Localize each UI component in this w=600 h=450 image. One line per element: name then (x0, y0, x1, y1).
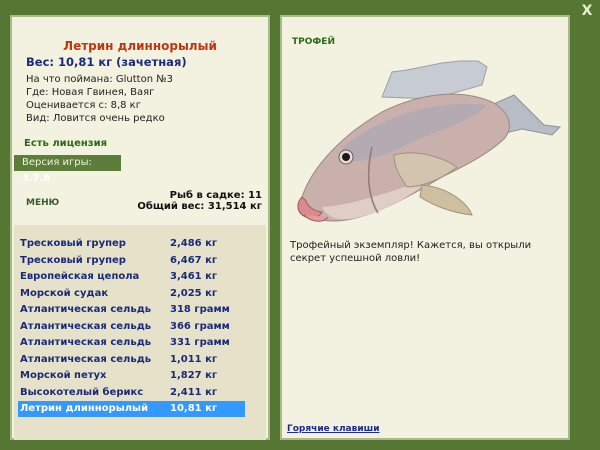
catch-name: Европейская цепола (20, 271, 140, 282)
license-status: Есть лицензия (24, 138, 108, 149)
catch-weight: 331 грамм (170, 337, 230, 348)
catch-weight: 1,827 кг (170, 370, 218, 381)
fish-image (297, 60, 562, 222)
catch-weight: 318 грамм (170, 304, 230, 315)
version-label: Версия игры: (22, 157, 92, 168)
fish-bait: На что поймана: Glutton №3 (26, 74, 174, 85)
catch-row[interactable]: Атлантическая сельдь 331 грамм (18, 335, 245, 351)
catch-row[interactable]: Атлантическая сельдь 366 грамм (18, 319, 245, 335)
catch-name: Атлантическая сельдь (20, 304, 152, 315)
catch-row[interactable]: Морской судак 2,025 кг (18, 286, 245, 302)
total-weight: Общий вес: 31,514 кг (137, 201, 262, 212)
catch-weight: 6,467 кг (170, 254, 218, 266)
fish-info: На что поймана: Glutton №3 Где: Новая Гв… (26, 73, 173, 125)
catch-name: Тресковый групер (20, 254, 126, 266)
catch-weight: 3,461 кг (170, 271, 218, 282)
catch-weight: 2,025 кг (170, 287, 218, 299)
catch-weight: 1,011 кг (170, 353, 218, 365)
catch-row[interactable]: Морской петух 1,827 кг (18, 368, 245, 384)
catch-list: Тресковый групер 2,486 кг Тресковый групе… (14, 225, 266, 440)
catch-row[interactable]: Атлантическая сельдь 318 грамм (18, 302, 245, 318)
trophy-label: ТРОФЕЙ (292, 37, 335, 47)
catch-weight: 366 грамм (170, 320, 230, 332)
version-value: 3.7.6 (22, 173, 51, 184)
catch-panel: Летрин длиннорылый Вес: 10,81 кг (зачетн… (10, 15, 270, 440)
trophy-text: Трофейный экземпляр! Кажется, вы открыли… (290, 240, 532, 264)
catch-name: Летрин длиннорылый (20, 403, 149, 414)
catch-row[interactable]: Атлантическая сельдь 1,011 кг (18, 352, 245, 368)
fish-valued: Оценивается с: 8,8 кг (26, 100, 141, 111)
catch-name: Атлантическая сельдь (20, 337, 152, 348)
hotkeys-link[interactable]: Горячие клавиши (287, 424, 380, 434)
catch-name: Атлантическая сельдь (20, 320, 152, 332)
fish-count: Рыб в садке: 11 (169, 190, 262, 201)
catch-stats: Рыб в садке: 11 Общий вес: 31,514 кг (137, 190, 262, 212)
catch-weight: 2,411 кг (170, 386, 218, 398)
close-button[interactable]: X (580, 4, 594, 18)
catch-name: Морской судак (20, 287, 109, 299)
catch-name: Морской петух (20, 370, 107, 381)
version-badge: Версия игры: 3.7.6 (14, 155, 121, 184)
fish-title: Летрин длиннорылый (63, 39, 217, 53)
catch-row[interactable]: Тресковый групер 6,467 кг (18, 253, 245, 269)
catch-name: Тресковый групер (20, 238, 126, 249)
fish-rarity: Вид: Ловится очень редко (26, 113, 165, 124)
catch-row[interactable]: Высокотелый берикс 2,411 кг (18, 385, 245, 401)
catch-name: Атлантическая сельдь (20, 353, 152, 365)
catch-row[interactable]: Тресковый групер 2,486 кг (18, 236, 245, 252)
fish-location: Где: Новая Гвинея, Ваяг (26, 87, 155, 98)
menu-button[interactable]: МЕНЮ (26, 198, 59, 208)
catch-weight: 2,486 кг (170, 238, 218, 249)
fish-weight: Вес: 10,81 кг (зачетная) (26, 55, 187, 69)
catch-weight: 10,81 кг (170, 403, 218, 414)
catch-row[interactable]: Европейская цепола 3,461 кг (18, 269, 245, 285)
catch-row-selected[interactable]: Летрин длиннорылый 10,81 кг (18, 401, 245, 417)
trophy-panel: ТРОФЕЙ Трофейный экземпляр! Кажется, вы … (280, 15, 570, 440)
catch-name: Высокотелый берикс (20, 386, 144, 398)
